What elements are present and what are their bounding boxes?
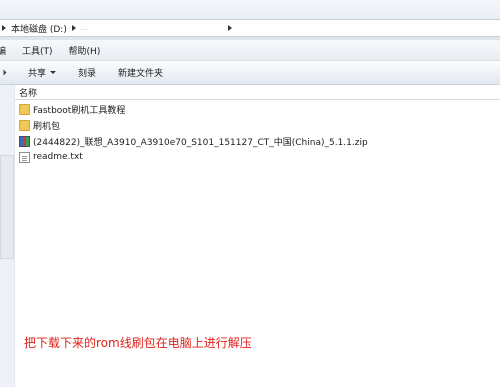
address-bar[interactable]: 本地磁盘 (D:) ... [0,19,500,37]
breadcrumb-arrow-icon[interactable] [2,25,6,31]
menu-bar: 编 工具(T) 帮助(H) [0,40,500,61]
menu-edit[interactable]: 编 [0,44,6,57]
navigation-pane-scrollbar[interactable] [0,155,14,259]
toolbar-collapsed-arrow-icon[interactable] [3,69,7,76]
new-folder-button[interactable]: 新建文件夹 [118,66,163,79]
file-row-zip[interactable]: (2444822)_联想_A3910_A3910e70_S101_151127_… [19,133,368,149]
file-row-readme[interactable]: readme.txt [19,149,83,165]
text-file-icon [19,151,30,163]
breadcrumb-drive[interactable]: 本地磁盘 (D:) [11,22,67,35]
zip-archive-icon [19,135,30,147]
folder-icon [19,103,30,115]
file-row-fastboot-folder[interactable]: Fastboot刷机工具教程 [19,101,125,117]
menu-tools[interactable]: 工具(T) [22,44,53,57]
file-name: 刷机包 [33,121,61,132]
file-name: readme.txt [33,152,83,162]
breadcrumb-separator-icon[interactable] [71,25,76,31]
file-name: (2444822)_联想_A3910_A3910e70_S101_151127_… [33,137,368,148]
breadcrumb-blurred-folder[interactable]: ... [80,23,89,33]
column-header-name[interactable]: 名称 [19,86,37,99]
file-name: Fastboot刷机工具教程 [33,105,126,116]
burn-button[interactable]: 刻录 [78,66,96,79]
chevron-down-icon [50,71,57,74]
menu-help[interactable]: 帮助(H) [69,44,101,57]
command-toolbar: 共享 刻录 新建文件夹 [0,61,500,85]
share-button[interactable]: 共享 [28,66,57,79]
breadcrumb-dropdown-icon[interactable] [228,25,233,31]
folder-icon [19,119,30,131]
address-area: 本地磁盘 (D:) ... [0,0,500,40]
column-header-row: 名称 [15,85,500,100]
file-row-flash-package-folder[interactable]: 刷机包 [19,117,60,133]
instruction-annotation: 把下载下来的rom线刷包在电脑上进行解压 [24,336,252,350]
share-label: 共享 [28,69,47,79]
